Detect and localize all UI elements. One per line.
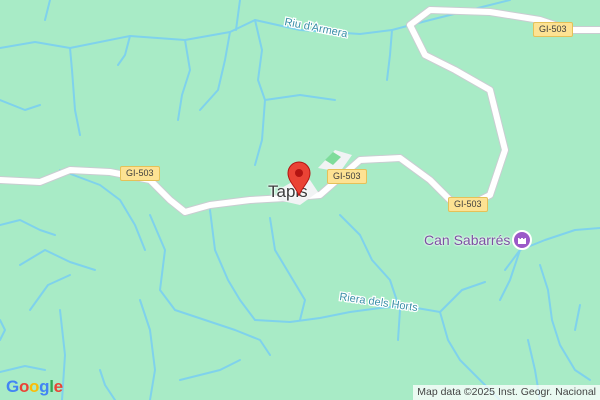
road-shield: GI-503: [120, 166, 160, 181]
castle-icon[interactable]: [512, 230, 532, 250]
road-shield: GI-503: [327, 169, 367, 184]
google-logo: Google: [6, 377, 63, 396]
map-canvas[interactable]: GI-503 GI-503 GI-503 GI-503 Riu d'Armera…: [0, 0, 600, 400]
road-shield: GI-503: [533, 22, 573, 37]
road-shield: GI-503: [448, 197, 488, 212]
location-pin-icon[interactable]: [286, 161, 312, 197]
poi-label[interactable]: Can Sabarrés: [424, 232, 510, 248]
map-attribution[interactable]: Map data ©2025 Inst. Geogr. Nacional: [413, 385, 600, 400]
